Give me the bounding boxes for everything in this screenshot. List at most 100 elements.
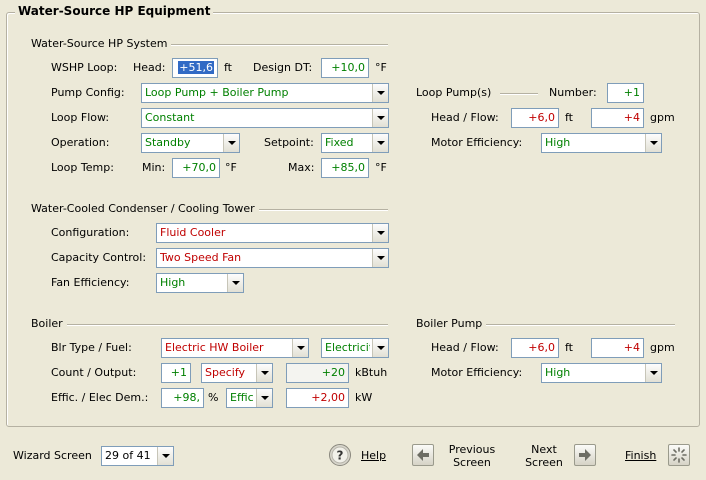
loop-pump-motor-eff-value: High bbox=[545, 136, 571, 149]
chevron-down-icon[interactable] bbox=[372, 134, 388, 152]
boiler-count-input[interactable]: +1 bbox=[161, 363, 191, 383]
boiler-efficiency-input[interactable]: +98, bbox=[161, 388, 204, 408]
output-mode-select[interactable]: Specify bbox=[201, 363, 273, 383]
help-icon[interactable]: ? bbox=[328, 443, 352, 467]
finish-button[interactable]: Finish bbox=[620, 443, 695, 469]
pump-config-value: Loop Pump + Boiler Pump bbox=[145, 86, 289, 99]
capacity-control-select[interactable]: Two Speed Fan bbox=[156, 248, 389, 268]
output-mode-value: Specify bbox=[205, 366, 246, 379]
wshp-loop-label: WSHP Loop: bbox=[51, 61, 118, 74]
count-output-label: Count / Output: bbox=[51, 366, 137, 379]
loop-pump-motor-eff-label: Motor Efficiency: bbox=[431, 136, 523, 149]
operation-value: Standby bbox=[145, 136, 191, 149]
chevron-down-icon[interactable] bbox=[372, 109, 388, 127]
boiler-fuel-value: Electricit bbox=[325, 341, 370, 354]
pump-config-label: Pump Config: bbox=[51, 86, 125, 99]
help-button[interactable]: ? Help bbox=[326, 443, 390, 469]
configuration-select[interactable]: Fluid Cooler bbox=[156, 223, 389, 243]
elec-demand-input[interactable]: +2,00 bbox=[286, 388, 349, 408]
boiler-efficiency-unit: % bbox=[208, 391, 219, 404]
boiler-pump-head-unit: ft bbox=[565, 341, 573, 354]
boiler-pump-flow-input[interactable]: +4 bbox=[591, 338, 644, 358]
pump-number-label: Number: bbox=[549, 86, 597, 99]
min-temp-label: Min: bbox=[142, 161, 166, 174]
boiler-pump-motor-eff-select[interactable]: High bbox=[541, 363, 662, 383]
pump-config-select[interactable]: Loop Pump + Boiler Pump bbox=[141, 83, 389, 103]
loop-head-unit: ft bbox=[224, 61, 232, 74]
loop-temp-label: Loop Temp: bbox=[51, 161, 114, 174]
chevron-down-icon[interactable] bbox=[256, 364, 272, 382]
previous-label-line2: Screen bbox=[453, 456, 491, 469]
help-label: Help bbox=[361, 449, 387, 462]
loop-pump-motor-eff-select[interactable]: High bbox=[541, 133, 662, 153]
boiler-pump-title: Boiler Pump bbox=[416, 317, 487, 330]
boiler-pump-head-flow-label: Head / Flow: bbox=[431, 341, 499, 354]
next-label-line1: Next bbox=[531, 443, 557, 456]
next-screen-button[interactable]: Next Screen bbox=[520, 443, 600, 471]
loop-head-input[interactable]: +51,6 bbox=[172, 58, 218, 78]
loop-pump-head-unit: ft bbox=[565, 111, 573, 124]
boiler-pump-head-input[interactable]: +6,0 bbox=[511, 338, 559, 358]
page-title: Water-Source HP Equipment bbox=[15, 4, 214, 18]
efficiency-mode-select[interactable]: Effici bbox=[226, 388, 273, 408]
chevron-down-icon[interactable] bbox=[372, 249, 388, 267]
chevron-down-icon[interactable] bbox=[292, 339, 308, 357]
previous-screen-button[interactable]: Previous Screen bbox=[412, 443, 512, 471]
chevron-down-icon[interactable] bbox=[227, 274, 243, 292]
fan-efficiency-label: Fan Efficiency: bbox=[51, 276, 130, 289]
loop-flow-value: Constant bbox=[145, 111, 195, 124]
chevron-down-icon[interactable] bbox=[645, 134, 661, 152]
arrow-right-icon[interactable] bbox=[574, 444, 596, 466]
min-temp-input[interactable]: +70,0 bbox=[172, 158, 220, 178]
chevron-down-icon[interactable] bbox=[223, 134, 239, 152]
max-temp-label: Max: bbox=[288, 161, 315, 174]
setpoint-select[interactable]: Fixed bbox=[321, 133, 389, 153]
chevron-down-icon[interactable] bbox=[372, 339, 388, 357]
setpoint-value: Fixed bbox=[325, 136, 354, 149]
wizard-screen-value: 29 of 41 bbox=[105, 449, 151, 462]
loop-flow-label: Loop Flow: bbox=[51, 111, 110, 124]
finish-label: Finish bbox=[625, 449, 657, 462]
min-temp-unit: °F bbox=[225, 161, 237, 174]
head-label: Head: bbox=[133, 61, 166, 74]
previous-label-line1: Previous bbox=[448, 443, 496, 456]
wizard-screen-label: Wizard Screen bbox=[13, 449, 92, 462]
pump-number-input[interactable]: +1 bbox=[607, 83, 644, 103]
capacity-control-label: Capacity Control: bbox=[51, 251, 147, 264]
operation-label: Operation: bbox=[51, 136, 110, 149]
capacity-control-value: Two Speed Fan bbox=[160, 251, 242, 264]
chevron-down-icon[interactable] bbox=[256, 389, 272, 407]
operation-select[interactable]: Standby bbox=[141, 133, 240, 153]
design-dt-label: Design DT: bbox=[253, 61, 313, 74]
loop-pump-flow-input[interactable]: +4 bbox=[591, 108, 644, 128]
setpoint-label: Setpoint: bbox=[264, 136, 314, 149]
wshp-section-title: Water-Source HP System bbox=[31, 37, 172, 50]
svg-text:?: ? bbox=[337, 449, 344, 463]
next-label-line2: Screen bbox=[525, 456, 563, 469]
configuration-label: Configuration: bbox=[51, 226, 130, 239]
chevron-down-icon[interactable] bbox=[157, 447, 173, 465]
boiler-pump-flow-unit: gpm bbox=[650, 341, 675, 354]
elec-demand-unit: kW bbox=[355, 391, 373, 404]
fan-efficiency-select[interactable]: High bbox=[156, 273, 244, 293]
boiler-section-divider bbox=[31, 324, 388, 326]
boiler-fuel-select[interactable]: Electricit bbox=[321, 338, 389, 358]
loop-pump-head-input[interactable]: +6,0 bbox=[511, 108, 559, 128]
chevron-down-icon[interactable] bbox=[645, 364, 661, 382]
loop-pump-flow-unit: gpm bbox=[650, 111, 675, 124]
loop-flow-select[interactable]: Constant bbox=[141, 108, 389, 128]
chevron-down-icon[interactable] bbox=[372, 84, 388, 102]
boiler-output-input[interactable]: +20 bbox=[286, 363, 349, 383]
finish-icon[interactable] bbox=[668, 444, 690, 466]
efficiency-mode-value: Effici bbox=[230, 391, 254, 404]
wizard-screen-select[interactable]: 29 of 41 bbox=[101, 446, 174, 466]
chevron-down-icon[interactable] bbox=[372, 224, 388, 242]
arrow-left-icon[interactable] bbox=[412, 444, 434, 466]
design-dt-input[interactable]: +10,0 bbox=[321, 58, 369, 78]
loop-pumps-title: Loop Pump(s) bbox=[416, 86, 492, 99]
boiler-type-select[interactable]: Electric HW Boiler bbox=[161, 338, 309, 358]
max-temp-unit: °F bbox=[375, 161, 387, 174]
max-temp-input[interactable]: +85,0 bbox=[321, 158, 369, 178]
fan-efficiency-value: High bbox=[160, 276, 186, 289]
boiler-pump-motor-eff-value: High bbox=[545, 366, 571, 379]
